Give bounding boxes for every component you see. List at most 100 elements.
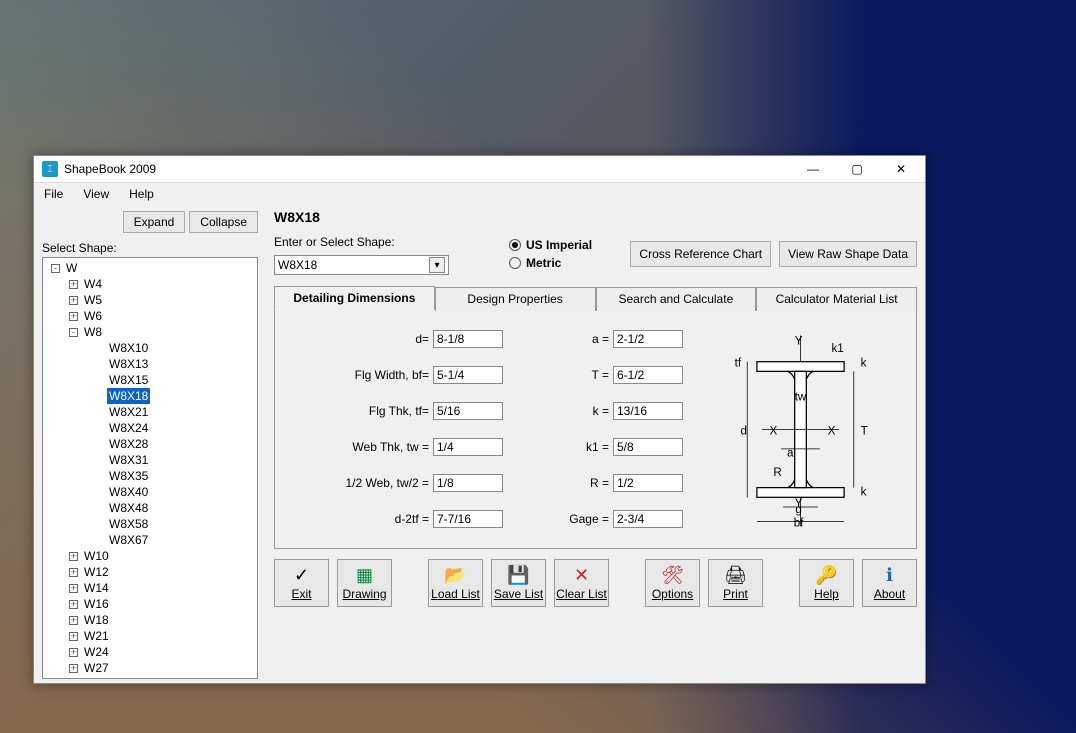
tree-item[interactable]: W8X13 — [43, 356, 257, 372]
tree-item-label: W8X67 — [107, 532, 150, 548]
expand-button[interactable]: Expand — [123, 211, 186, 233]
tree-item[interactable]: + W6 — [43, 308, 257, 324]
collapse-icon[interactable]: - — [69, 328, 78, 337]
tree-item[interactable]: W8X67 — [43, 532, 257, 548]
tree-item-label: W8X18 — [107, 388, 150, 404]
tree-item[interactable]: +W12 — [43, 564, 257, 580]
help-button[interactable]: 🔑Help — [799, 559, 854, 607]
tree-item[interactable]: +W24 — [43, 644, 257, 660]
shape-tree[interactable]: -W+W4+W5+W6-W8W8X10W8X13W8X15W8X18W8X21W… — [42, 257, 258, 679]
clear-list-button[interactable]: ✕Clear List — [554, 559, 609, 607]
tree-item-label: W8X31 — [107, 452, 150, 468]
tree-item[interactable]: +W27 — [43, 660, 257, 676]
tree-item-label: W8X35 — [107, 468, 150, 484]
dim-input-tw[interactable] — [433, 438, 503, 456]
printer-icon: 🖨 — [724, 565, 747, 585]
expand-icon[interactable]: + — [69, 312, 78, 321]
expand-icon[interactable]: + — [69, 568, 78, 577]
expand-icon[interactable]: + — [69, 280, 78, 289]
tree-item[interactable]: W8X21 — [43, 404, 257, 420]
dim-input-d[interactable] — [433, 330, 503, 348]
tree-item[interactable]: +W10 — [43, 548, 257, 564]
cross-ref-button[interactable]: Cross Reference Chart — [630, 241, 771, 267]
expand-icon[interactable]: + — [69, 552, 78, 561]
tree-item[interactable]: W8X28 — [43, 436, 257, 452]
tree-item-label: W6 — [82, 308, 104, 324]
collapse-icon[interactable]: - — [51, 264, 60, 273]
tree-item[interactable]: +W21 — [43, 628, 257, 644]
expand-icon[interactable]: + — [69, 632, 78, 641]
tab-design[interactable]: Design Properties — [435, 287, 596, 311]
print-button[interactable]: 🖨Print — [708, 559, 763, 607]
expand-icon[interactable]: + — [69, 296, 78, 305]
svg-text:X: X — [828, 424, 836, 437]
tab-calc[interactable]: Calculator Material List — [756, 287, 917, 311]
tree-item-label: W8X28 — [107, 436, 150, 452]
units-us-radio[interactable]: US Imperial — [509, 238, 592, 252]
tree-item[interactable]: W8X31 — [43, 452, 257, 468]
dim-input-a[interactable] — [613, 330, 683, 348]
tabstrip: Detailing Dimensions Design Properties S… — [274, 285, 917, 309]
minimize-button[interactable]: — — [791, 156, 835, 182]
tree-item[interactable]: -W — [43, 260, 257, 276]
collapse-button[interactable]: Collapse — [189, 211, 258, 233]
menu-help[interactable]: Help — [125, 185, 158, 203]
dim-k1: k1 = — [533, 438, 683, 456]
dim-input-tf[interactable] — [433, 402, 503, 420]
drawing-button[interactable]: ▦Drawing — [337, 559, 392, 607]
tree-item[interactable]: +W5 — [43, 292, 257, 308]
expand-icon[interactable]: + — [69, 616, 78, 625]
tree-item[interactable]: -W8 — [43, 324, 257, 340]
tree-item[interactable]: W8X18 — [43, 388, 257, 404]
view-raw-button[interactable]: View Raw Shape Data — [779, 241, 917, 267]
detailing-panel: d=Flg Width, bf=Flg Thk, tf=Web Thk, tw … — [274, 309, 917, 549]
tree-item[interactable]: W8X40 — [43, 484, 257, 500]
exit-button[interactable]: ✓Exit — [274, 559, 329, 607]
tree-item[interactable]: W8X24 — [43, 420, 257, 436]
shape-combo[interactable]: W8X18 ▾ — [274, 255, 449, 275]
dim-tw2: 1/2 Web, tw/2 = — [293, 474, 503, 492]
tree-item-label: W8X13 — [107, 356, 150, 372]
tree-item-label: W18 — [82, 612, 111, 628]
save-list-button[interactable]: 💾Save List — [491, 559, 546, 607]
dim-tf: Flg Thk, tf= — [293, 402, 503, 420]
dim-input-R[interactable] — [613, 474, 683, 492]
maximize-button[interactable]: ▢ — [835, 156, 879, 182]
tree-item[interactable]: +W16 — [43, 596, 257, 612]
info-icon: ℹ — [886, 565, 893, 585]
tree-item[interactable]: W8X10 — [43, 340, 257, 356]
key-icon: 🔑 — [815, 565, 837, 585]
load-list-button[interactable]: 📂Load List — [428, 559, 483, 607]
dim-k: k = — [533, 402, 683, 420]
expand-icon[interactable]: + — [69, 584, 78, 593]
tree-item[interactable]: W8X58 — [43, 516, 257, 532]
dim-input-tw2[interactable] — [433, 474, 503, 492]
dim-label: d-2tf = — [395, 512, 429, 526]
tab-detailing[interactable]: Detailing Dimensions — [274, 286, 435, 310]
tree-item[interactable]: W8X48 — [43, 500, 257, 516]
chevron-down-icon[interactable]: ▾ — [429, 257, 445, 273]
expand-icon[interactable]: + — [69, 600, 78, 609]
expand-icon[interactable]: + — [69, 664, 78, 673]
dim-input-k[interactable] — [613, 402, 683, 420]
drawing-icon: ▦ — [356, 565, 373, 585]
tab-search[interactable]: Search and Calculate — [596, 287, 757, 311]
expand-icon[interactable]: + — [69, 648, 78, 657]
tree-item[interactable]: W8X35 — [43, 468, 257, 484]
dim-input-T[interactable] — [613, 366, 683, 384]
options-button[interactable]: 🛠Options — [645, 559, 700, 607]
tree-item[interactable]: + W18 — [43, 612, 257, 628]
tree-item[interactable]: +W4 — [43, 276, 257, 292]
tree-item[interactable]: W8X15 — [43, 372, 257, 388]
units-metric-radio[interactable]: Metric — [509, 256, 592, 270]
tools-icon: 🛠 — [661, 565, 684, 585]
menu-view[interactable]: View — [79, 185, 113, 203]
about-button[interactable]: ℹAbout — [862, 559, 917, 607]
dim-input-k1[interactable] — [613, 438, 683, 456]
menu-file[interactable]: File — [40, 185, 67, 203]
close-button[interactable]: ✕ — [879, 156, 923, 182]
dim-input-gage[interactable] — [613, 510, 683, 528]
tree-item[interactable]: +W14 — [43, 580, 257, 596]
dim-input-d2tf[interactable] — [433, 510, 503, 528]
dim-input-bf[interactable] — [433, 366, 503, 384]
